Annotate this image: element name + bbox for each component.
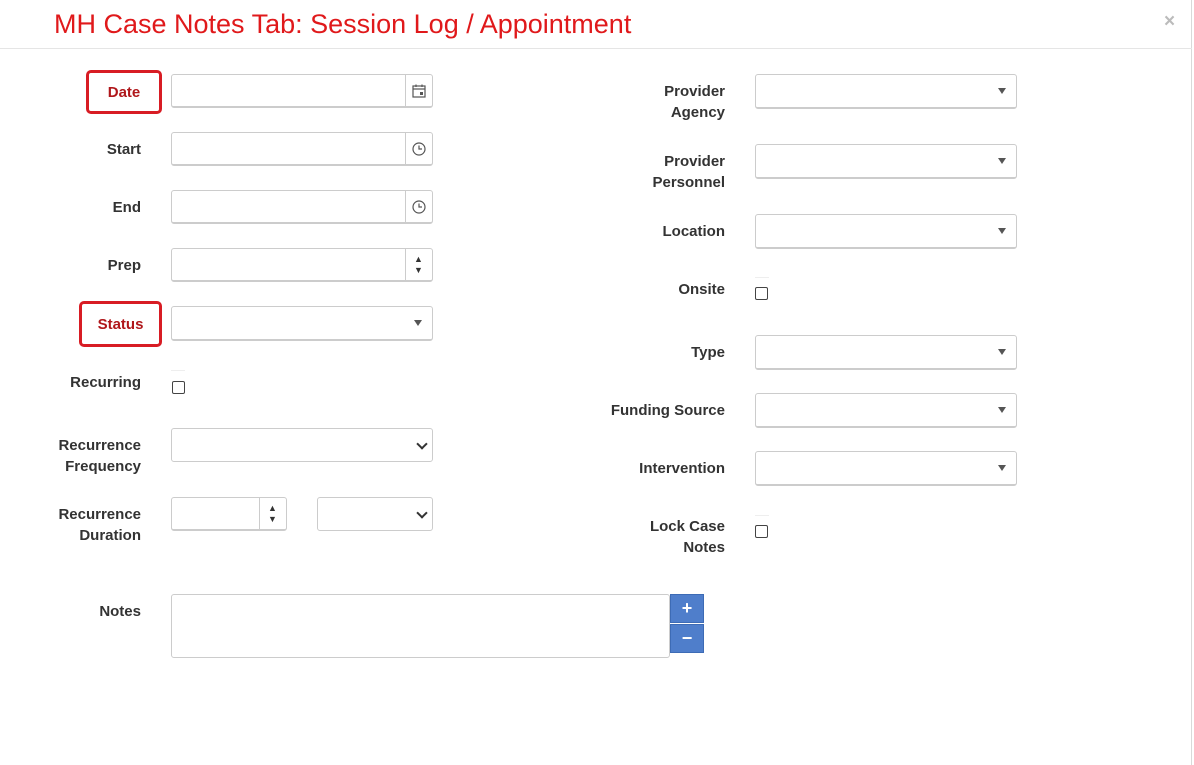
chevron-down-icon [998,465,1006,471]
modal-title: MH Case Notes Tab: Session Log / Appoint… [54,9,632,39]
chevron-down-icon [998,407,1006,413]
close-button[interactable]: × [1164,11,1175,33]
date-label: Date [86,70,162,114]
onsite-checkbox[interactable] [755,287,768,300]
recurrence-duration-input[interactable]: ▲ ▼ [171,497,287,531]
recurrence-frequency-select[interactable] [171,428,433,462]
collapse-notes-button[interactable]: − [670,624,704,653]
prep-spinner[interactable]: ▲ ▼ [405,249,432,280]
provider-personnel-select[interactable] [755,144,1017,179]
chevron-down-icon [998,158,1006,164]
spinner-down-icon[interactable]: ▼ [268,514,277,525]
plus-icon: + [681,598,693,618]
recurrence-duration-label: Recurrence Duration [58,506,141,544]
funding-source-select[interactable] [755,393,1017,428]
spinner-up-icon[interactable]: ▲ [268,503,277,514]
recurrence-frequency-label: Recurrence Frequency [58,437,141,475]
date-input[interactable] [171,74,433,108]
intervention-select[interactable] [755,451,1017,486]
minus-icon: − [681,628,693,648]
prep-label: Prep [107,257,141,274]
funding-source-label: Funding Source [610,402,725,419]
session-log-modal: MH Case Notes Tab: Session Log / Appoint… [0,0,1192,765]
chevron-down-icon [416,438,428,450]
status-select[interactable] [171,306,433,341]
status-label: Status [79,301,162,347]
chevron-down-icon [416,507,428,519]
intervention-label: Intervention [639,460,725,477]
onsite-label: Onsite [678,281,725,298]
start-time-input[interactable] [171,132,433,166]
clock-icon[interactable] [405,191,432,222]
start-label: Start [106,141,141,158]
provider-personnel-label: Provider Personnel [652,153,725,191]
expand-notes-button[interactable]: + [670,594,704,623]
notes-label: Notes [99,603,141,620]
provider-agency-label: Provider Agency [664,83,725,121]
provider-agency-select[interactable] [755,74,1017,109]
lock-case-notes-label: Lock Case Notes [649,518,725,556]
chevron-down-icon [998,228,1006,234]
recurring-label: Recurring [70,374,141,391]
chevron-down-icon [414,320,422,326]
recurrence-duration-unit-select[interactable] [317,497,433,531]
location-select[interactable] [755,214,1017,249]
modal-header: MH Case Notes Tab: Session Log / Appoint… [0,0,1192,49]
calendar-icon[interactable] [405,75,432,106]
location-label: Location [662,223,726,240]
clock-icon[interactable] [405,133,432,164]
prep-number-input[interactable]: ▲ ▼ [171,248,433,282]
chevron-down-icon [998,88,1006,94]
end-label: End [112,199,141,216]
notes-textarea[interactable] [171,594,670,658]
duration-spinner[interactable]: ▲ ▼ [259,498,286,529]
type-label: Type [691,344,725,361]
chevron-down-icon [998,349,1006,355]
recurring-checkbox[interactable] [172,381,185,394]
spinner-up-icon[interactable]: ▲ [414,254,423,265]
end-time-input[interactable] [171,190,433,224]
lock-case-notes-checkbox[interactable] [755,525,768,538]
spinner-down-icon[interactable]: ▼ [414,265,423,276]
type-select[interactable] [755,335,1017,370]
